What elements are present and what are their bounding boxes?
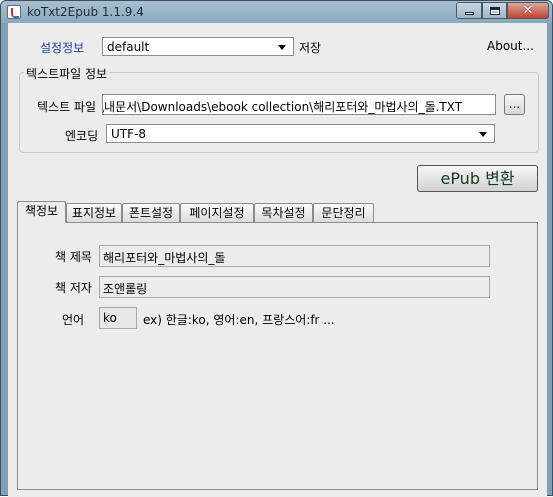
- language-value: ko: [103, 311, 117, 325]
- close-icon: ✕: [522, 3, 534, 18]
- tab-toc-settings[interactable]: 목차설정: [254, 203, 313, 222]
- book-author-input[interactable]: 조앤롤링: [99, 276, 490, 298]
- tab-paragraph-cleanup[interactable]: 문단정리: [313, 203, 374, 222]
- about-link[interactable]: About...: [487, 39, 534, 53]
- save-link[interactable]: 저장: [299, 39, 321, 56]
- language-label: 언어: [62, 313, 85, 327]
- browse-button[interactable]: ...: [504, 94, 525, 115]
- maximize-icon: [489, 6, 500, 15]
- tab-font-settings[interactable]: 폰트설정: [122, 203, 180, 222]
- chevron-down-icon: [479, 132, 487, 137]
- chevron-down-icon: [278, 45, 286, 50]
- epub-convert-button[interactable]: ePub 변환: [417, 165, 538, 192]
- app-window: koTxt2Epub 1.1.9.4 ✕ 설정정보 default 저장 Abo…: [0, 0, 553, 497]
- maximize-button[interactable]: [482, 2, 507, 19]
- book-title-value: 해리포터와_마법사의_돌: [103, 251, 226, 265]
- window-title: koTxt2Epub 1.1.9.4: [27, 5, 144, 19]
- language-input[interactable]: ko: [99, 307, 137, 329]
- text-file-path-value: \내문서\Downloads\ebook collection\해리포터와_마법…: [102, 100, 463, 114]
- text-file-label: 텍스트 파일: [37, 100, 97, 114]
- title-bar[interactable]: koTxt2Epub 1.1.9.4 ✕: [1, 1, 552, 23]
- tab-book-info[interactable]: 책정보: [17, 201, 66, 223]
- book-title-input[interactable]: 해리포터와_마법사의_돌: [99, 245, 490, 267]
- text-file-group-title: 텍스트파일 정보: [24, 65, 110, 82]
- book-title-label: 책 제목: [55, 250, 92, 264]
- tab-cover-info[interactable]: 표지정보: [66, 203, 122, 222]
- minimize-icon: [464, 12, 474, 15]
- encoding-label: 엔코딩: [65, 129, 99, 143]
- tab-page-settings[interactable]: 페이지설정: [180, 203, 254, 222]
- minimize-button[interactable]: [456, 2, 482, 19]
- close-button[interactable]: ✕: [507, 2, 549, 19]
- settings-label: 설정정보: [40, 41, 85, 55]
- java-app-icon: [7, 5, 21, 19]
- settings-profile-select[interactable]: default: [102, 37, 294, 56]
- text-file-path-input[interactable]: \내문서\Downloads\ebook collection\해리포터와_마법…: [102, 94, 496, 115]
- book-author-label: 책 저자: [55, 281, 92, 295]
- settings-profile-value: default: [107, 40, 150, 54]
- client-area: 설정정보 default 저장 About... 텍스트파일 정보 텍스트 파일…: [8, 23, 547, 497]
- encoding-value: UTF-8: [111, 127, 146, 141]
- language-hint: ex) 한글:ko, 영어:en, 프랑스어:fr ...: [143, 313, 335, 327]
- encoding-select[interactable]: UTF-8: [106, 124, 495, 143]
- book-author-value: 조앤롤링: [103, 282, 148, 296]
